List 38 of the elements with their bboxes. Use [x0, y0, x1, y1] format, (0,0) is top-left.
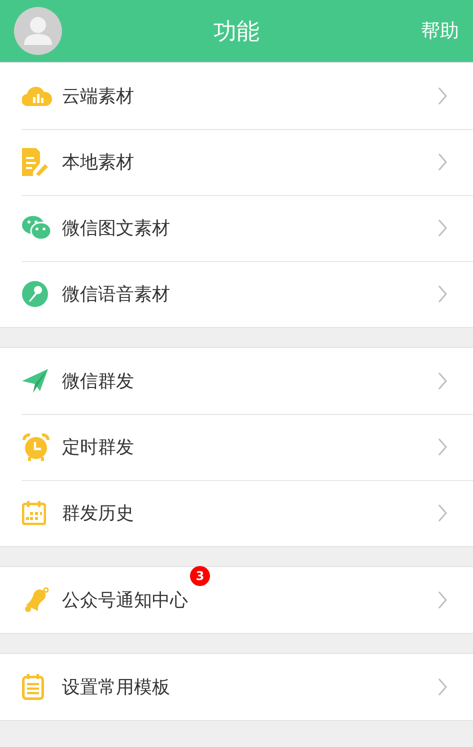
chat-icon: [22, 215, 52, 241]
item-label: 微信图文素材: [62, 217, 170, 240]
menu-item[interactable]: 云端素材: [0, 63, 473, 129]
chevron-icon: [438, 285, 447, 303]
chevron-icon: [438, 678, 447, 696]
item-label: 公众号通知中心: [62, 589, 188, 612]
item-label: 微信语音素材: [62, 283, 170, 306]
chevron-icon: [438, 504, 447, 522]
calendar-icon: [22, 501, 46, 525]
menu-item[interactable]: 公众号通知中心 3: [0, 567, 473, 633]
chevron-icon: [438, 372, 447, 390]
item-label: 本地素材: [62, 151, 134, 174]
menu-item[interactable]: 微信图文素材: [0, 195, 473, 261]
chevron-icon: [438, 87, 447, 105]
item-label: 云端素材: [62, 85, 134, 108]
menu-item[interactable]: 微信语音素材: [0, 261, 473, 327]
count-badge: 3: [190, 566, 210, 586]
chevron-icon: [438, 153, 447, 171]
clipboard-icon: [22, 674, 44, 700]
menu-item[interactable]: 本地素材: [0, 129, 473, 195]
menu-item[interactable]: 定时群发: [0, 414, 473, 480]
item-label: 微信群发: [62, 370, 134, 393]
chevron-icon: [438, 591, 447, 609]
avatar-icon[interactable]: [14, 7, 62, 55]
item-label: 群发历史: [62, 502, 134, 525]
item-label: 设置常用模板: [62, 676, 170, 699]
chevron-icon: [438, 219, 447, 237]
item-label: 定时群发: [62, 436, 134, 459]
bell-icon: [22, 587, 50, 613]
page-title: 功能: [214, 18, 260, 46]
chevron-icon: [438, 438, 447, 456]
document-icon: [22, 148, 48, 176]
menu-item[interactable]: 群发历史: [0, 480, 473, 546]
menu-item[interactable]: 微信群发: [0, 348, 473, 414]
paper-plane-icon: [22, 369, 48, 393]
cloud-icon: [22, 86, 52, 106]
alarm-clock-icon: [22, 433, 50, 461]
menu-item[interactable]: 设置常用模板: [0, 654, 473, 720]
